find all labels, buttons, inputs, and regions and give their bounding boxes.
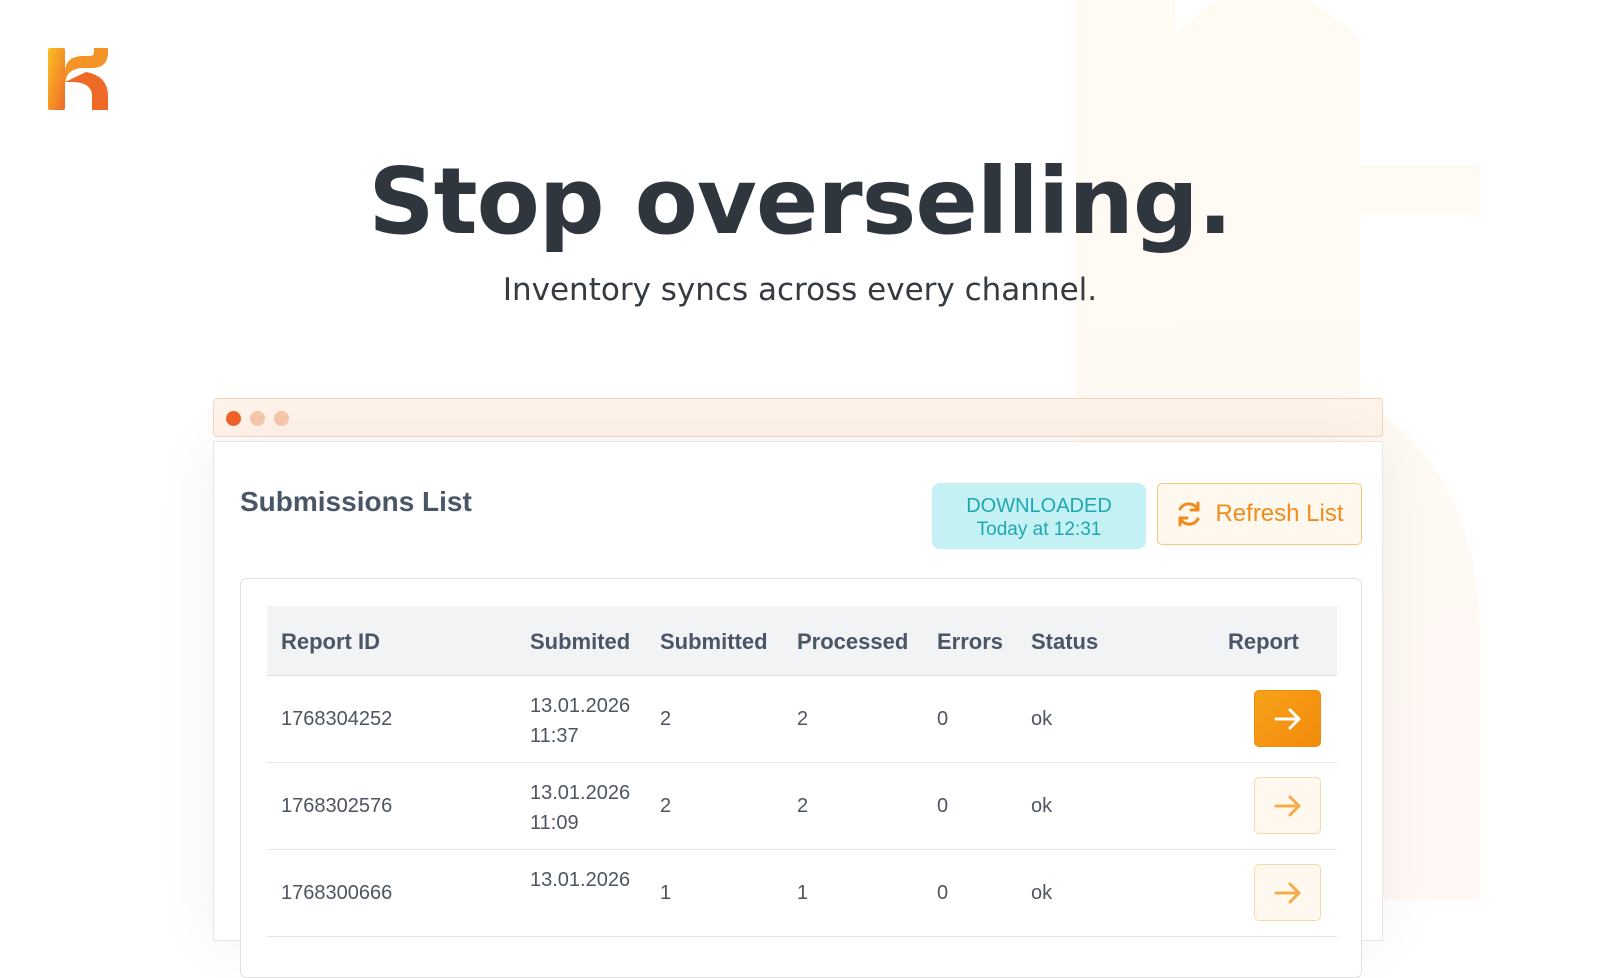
hero-title: Stop overselling.	[368, 148, 1232, 255]
status-badge-time: Today at 12:31	[976, 519, 1102, 540]
hero-subtitle: Inventory syncs across every channel.	[502, 272, 1098, 308]
col-submitted: Submitted	[660, 629, 768, 654]
arrow-right-icon	[1274, 882, 1300, 903]
window-titlebar	[213, 398, 1383, 437]
cell-submit-date: 13.01.2026 11:09	[530, 782, 631, 834]
arrow-right-icon	[1274, 708, 1300, 729]
cell-submitted: 2	[660, 795, 672, 817]
status-badge-label: DOWNLOADED	[966, 495, 1112, 517]
table-row: 1768302576 13.01.2026 11:09 2 2 0 ok	[267, 763, 1337, 850]
open-report-button[interactable]	[1254, 864, 1321, 921]
col-report-id: Report ID	[281, 629, 380, 654]
submissions-panel: Submissions List DOWNLOADED Today at 12:…	[213, 441, 1383, 978]
status-badge: DOWNLOADED Today at 12:31	[932, 483, 1146, 549]
cell-errors: 0	[937, 708, 949, 730]
cell-status: ok	[1031, 882, 1053, 904]
refresh-icon	[1178, 501, 1200, 527]
submissions-table: Report ID Submited Submitted Processed E…	[240, 578, 1362, 978]
cell-errors: 0	[937, 882, 949, 904]
cell-status: ok	[1031, 795, 1053, 817]
panel-title: Submissions List	[240, 486, 472, 517]
window-maximize-dot[interactable]	[274, 411, 289, 426]
refresh-list-label: Refresh List	[1215, 500, 1344, 527]
table-row: 1768300666 13.01.2026 1 1 0 ok	[267, 850, 1337, 937]
cell-report-id: 1768302576	[281, 795, 393, 817]
open-report-button[interactable]	[1254, 690, 1321, 747]
cell-submitted: 2	[660, 708, 672, 730]
cell-report-id: 1768304252	[281, 708, 393, 730]
arrow-right-icon	[1274, 795, 1300, 816]
cell-processed: 2	[797, 795, 809, 817]
col-processed: Processed	[797, 629, 909, 654]
col-submited: Submited	[530, 629, 631, 654]
cell-submit-date: 13.01.2026 11:37	[530, 695, 631, 747]
cell-processed: 2	[797, 708, 809, 730]
cell-status: ok	[1031, 708, 1053, 730]
open-report-button[interactable]	[1254, 777, 1321, 834]
k-logo-icon	[48, 48, 108, 110]
cell-processed: 1	[797, 882, 809, 904]
window-close-dot[interactable]	[226, 411, 241, 426]
col-errors: Errors	[937, 629, 1004, 654]
cell-submit-date: 13.01.2026	[530, 869, 631, 891]
cell-report-id: 1768300666	[281, 882, 393, 904]
col-status: Status	[1031, 629, 1099, 654]
table-row: 1768304252 13.01.2026 11:37 2 2 0 ok	[267, 676, 1337, 763]
table-header: Report ID Submited Submitted Processed E…	[267, 606, 1337, 676]
cell-errors: 0	[937, 795, 949, 817]
col-report: Report	[1228, 629, 1299, 654]
window-minimize-dot[interactable]	[250, 411, 265, 426]
refresh-list-button[interactable]: Refresh List	[1157, 483, 1362, 545]
cell-submitted: 1	[660, 882, 672, 904]
